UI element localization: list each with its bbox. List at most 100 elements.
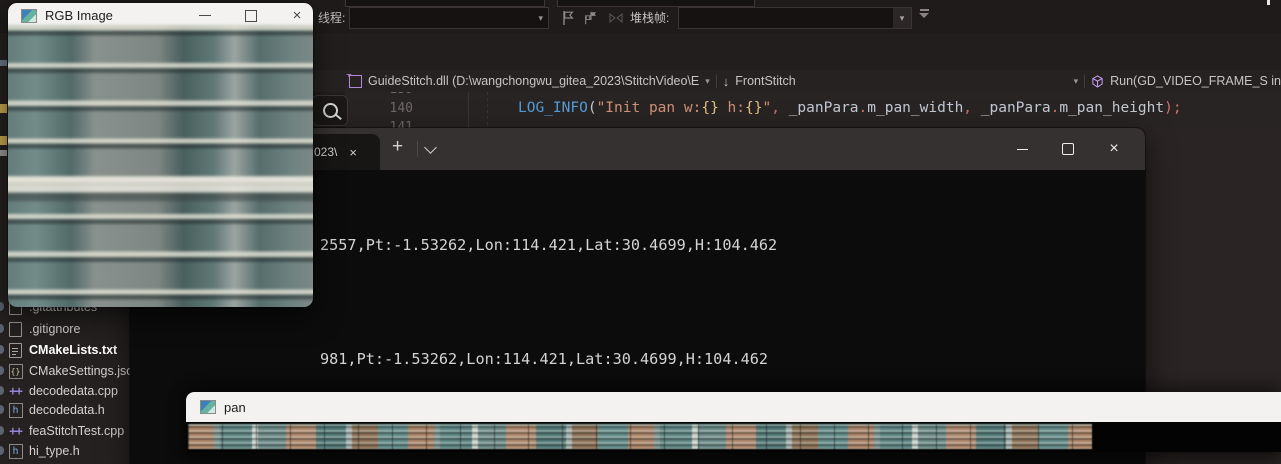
- code-token: "Init pan w:: [597, 100, 702, 116]
- code-token: LOG_INFO: [518, 100, 588, 116]
- separator: [1084, 74, 1085, 88]
- chevron-down-icon[interactable]: ▾: [705, 76, 710, 87]
- search-button[interactable]: [313, 95, 348, 126]
- close-icon[interactable]: ×: [349, 145, 357, 160]
- code-token: );: [1164, 100, 1181, 116]
- h-file-icon: h: [8, 444, 23, 459]
- toolbar-clipped-combobox[interactable]: [345, 0, 545, 7]
- window-title: RGB Image: [45, 8, 113, 23]
- code-token: (: [588, 100, 597, 116]
- sidebar-item-feastitchtest-cpp[interactable]: ++ feaStitchTest.cpp: [0, 421, 130, 441]
- cpp-file-icon: ++: [8, 384, 23, 399]
- double-flag-icon[interactable]: [583, 10, 599, 26]
- screen: 线程: ▾ 堆栈帧: ▾ × Arith_FrontStitch.h decod…: [0, 0, 1281, 464]
- pan-content: [186, 422, 1281, 452]
- rgb-image-content: [8, 25, 313, 307]
- line-number: 140: [353, 99, 413, 118]
- new-tab-button[interactable]: +: [392, 136, 403, 158]
- cube-icon: [1091, 75, 1104, 88]
- module-icon: [349, 75, 362, 88]
- separator: [716, 74, 717, 88]
- line-number: 141: [353, 118, 413, 128]
- toolbar-overflow-icon[interactable]: [918, 9, 930, 18]
- thread-combobox[interactable]: ▾: [349, 7, 549, 29]
- chevron-down-icon[interactable]: ▾: [1074, 76, 1079, 87]
- chevron-down-icon[interactable]: [424, 141, 437, 154]
- file-label: .gitignore: [29, 322, 80, 336]
- code-token: {}: [701, 100, 718, 116]
- panorama-image: [188, 424, 1092, 449]
- code-token: {}: [745, 100, 762, 116]
- stack-frame-combobox[interactable]: ▾: [678, 7, 912, 29]
- code-token: ,: [771, 100, 788, 116]
- line-number: 139: [353, 92, 413, 99]
- code-token: m_pan_width: [867, 100, 963, 116]
- file-label: decodedata.cpp: [29, 384, 118, 398]
- bowtie-icon[interactable]: [608, 10, 624, 26]
- image-icon: [200, 400, 216, 414]
- file-text-icon: [8, 343, 23, 358]
- chevron-down-icon[interactable]: ▾: [893, 8, 911, 28]
- sidebar-item-cmakelists[interactable]: CMakeLists.txt: [0, 340, 130, 360]
- code-token: h:: [719, 100, 745, 116]
- clipped-icon-sliver: [0, 150, 7, 156]
- code-token: ,: [963, 100, 980, 116]
- clipped-icon-sliver: [0, 136, 7, 145]
- file-label: CMakeLists.txt: [29, 343, 117, 357]
- braces-icon: {}: [8, 364, 23, 379]
- window-title: pan: [224, 400, 246, 415]
- clipped-icon-sliver: [0, 60, 7, 66]
- project-dropdown[interactable]: GuideStitch.dll (D:\wangchongwu_gitea_20…: [368, 74, 699, 88]
- member-dropdown[interactable]: Run(GD_VIDEO_FRAME_S in: [1110, 74, 1281, 88]
- code-token: .: [859, 100, 868, 116]
- pan-window: pan: [186, 392, 1281, 452]
- minimize-icon: [199, 15, 211, 16]
- chevron-down-icon: ▾: [533, 13, 548, 24]
- minimize-icon: [1017, 149, 1028, 150]
- minimize-button[interactable]: [999, 128, 1045, 170]
- code-editor[interactable]: 139 140 141 LOG_INFO("Init pan w:{} h:{}…: [313, 92, 1281, 128]
- code-token: _panPara: [789, 100, 859, 116]
- sidebar-item-decodedata-h[interactable]: h decodedata.h: [0, 400, 130, 420]
- code-token: ": [762, 100, 771, 116]
- toolbar-edge-artifact: [1267, 0, 1270, 5]
- cpp-file-icon: ++: [8, 424, 23, 439]
- sidebar-item-cmakesettings[interactable]: {} CMakeSettings.json: [0, 361, 130, 381]
- maximize-icon: [1062, 143, 1074, 155]
- code-line-140[interactable]: LOG_INFO("Init pan w:{} h:{}", _panPara.…: [518, 99, 1182, 118]
- thread-label: 线程:: [318, 9, 345, 26]
- pan-titlebar[interactable]: pan: [186, 392, 1281, 422]
- code-token: _panPara: [981, 100, 1051, 116]
- sidebar-item-decodedata-cpp[interactable]: ++ decodedata.cpp: [0, 381, 130, 401]
- rgb-image-window: RGB Image ×: [8, 3, 313, 307]
- image-icon: [21, 9, 37, 23]
- stack-frame-label: 堆栈帧:: [630, 9, 669, 26]
- file-label: decodedata.h: [29, 403, 105, 417]
- clipped-icon-sliver: [0, 104, 7, 113]
- file-label: hi_type.h: [29, 444, 80, 458]
- toolbar-clipped-combobox[interactable]: [557, 0, 755, 7]
- sidebar-item-hi-type-h[interactable]: h hi_type.h: [0, 441, 130, 461]
- arrow-down-icon: ↓: [723, 74, 730, 89]
- maximize-icon: [245, 10, 257, 22]
- file-label: feaStitchTest.cpp: [29, 424, 124, 438]
- navigation-bar: GuideStitch.dll (D:\wangchongwu_gitea_20…: [313, 70, 1281, 92]
- indent-guide: [487, 92, 488, 128]
- line-numbers: 139 140 141: [353, 92, 413, 128]
- code-token: m_pan_height: [1059, 100, 1164, 116]
- sidebar-item-gitignore[interactable]: .gitignore: [0, 319, 130, 339]
- file-label: CMakeSettings.json: [29, 364, 130, 378]
- flag-icon[interactable]: [560, 10, 576, 26]
- terminal-tab-title: 023\: [314, 145, 337, 159]
- maximize-button[interactable]: [1045, 128, 1091, 170]
- separator: [417, 141, 418, 157]
- terminal-line: 981,Pt:-1.53262,Lon:114.421,Lat:30.4699,…: [135, 350, 1145, 369]
- search-icon: [323, 103, 338, 118]
- scope-dropdown[interactable]: FrontStitch: [735, 74, 795, 88]
- file-icon: [8, 322, 23, 337]
- close-icon: ×: [293, 8, 302, 23]
- indent-guide: [468, 92, 469, 128]
- close-button[interactable]: ×: [1091, 128, 1137, 170]
- h-file-icon: h: [8, 403, 23, 418]
- close-icon: ×: [1109, 141, 1118, 157]
